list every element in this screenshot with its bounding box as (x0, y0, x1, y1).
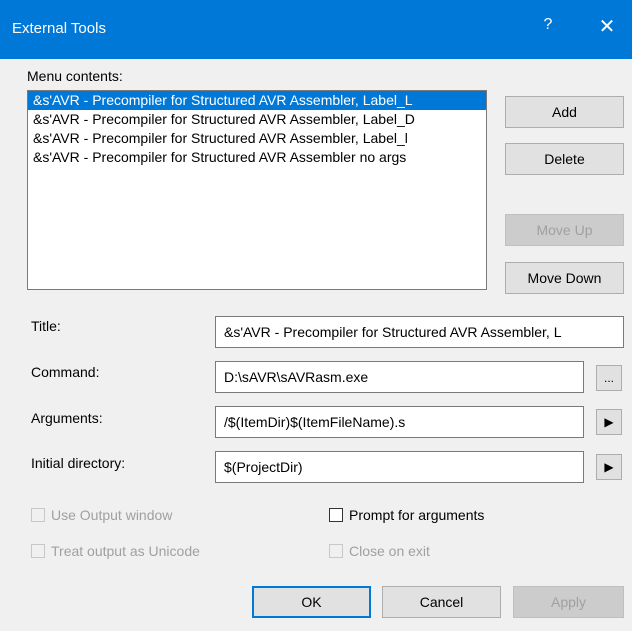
ok-button[interactable]: OK (252, 586, 371, 618)
treat-output-unicode-label: Treat output as Unicode (51, 543, 200, 559)
command-label: Command: (31, 364, 100, 380)
apply-button[interactable]: Apply (513, 586, 624, 618)
menu-contents-label: Menu contents: (27, 68, 123, 84)
title-label: Title: (31, 318, 61, 334)
treat-output-unicode-checkbox[interactable]: Treat output as Unicode (31, 543, 200, 559)
checkbox-icon (31, 544, 45, 558)
command-field[interactable]: D:\sAVR\sAVRasm.exe (215, 361, 584, 393)
list-item[interactable]: &s'AVR - Precompiler for Structured AVR … (28, 148, 486, 167)
checkbox-icon (329, 544, 343, 558)
list-item[interactable]: &s'AVR - Precompiler for Structured AVR … (28, 91, 486, 110)
checkbox-icon (329, 508, 343, 522)
initial-directory-menu-arrow-icon[interactable]: ▶ (596, 454, 622, 480)
arguments-field[interactable]: /$(ItemDir)$(ItemFileName).s (215, 406, 584, 438)
browse-button[interactable]: ... (596, 365, 622, 391)
close-icon[interactable]: ✕ (594, 14, 620, 39)
cancel-button[interactable]: Cancel (382, 586, 501, 618)
external-tools-dialog: External Tools ? ✕ Menu contents: &s'AVR… (0, 0, 632, 631)
prompt-for-arguments-label: Prompt for arguments (349, 507, 485, 523)
initial-directory-field[interactable]: $(ProjectDir) (215, 451, 584, 483)
use-output-window-checkbox[interactable]: Use Output window (31, 507, 172, 523)
use-output-window-label: Use Output window (51, 507, 173, 523)
list-item[interactable]: &s'AVR - Precompiler for Structured AVR … (28, 110, 486, 129)
title-field[interactable]: &s'AVR - Precompiler for Structured AVR … (215, 316, 624, 348)
close-on-exit-label: Close on exit (349, 543, 430, 559)
move-down-button[interactable]: Move Down (505, 262, 624, 294)
menu-contents-list[interactable]: &s'AVR - Precompiler for Structured AVR … (27, 90, 487, 290)
title-bar: External Tools ? ✕ (0, 0, 632, 59)
move-up-button[interactable]: Move Up (505, 214, 624, 246)
prompt-for-arguments-checkbox[interactable]: Prompt for arguments (329, 507, 484, 523)
arguments-label: Arguments: (31, 410, 103, 426)
arguments-menu-arrow-icon[interactable]: ▶ (596, 409, 622, 435)
close-on-exit-checkbox[interactable]: Close on exit (329, 543, 430, 559)
dialog-title: External Tools (12, 20, 106, 37)
delete-button[interactable]: Delete (505, 143, 624, 175)
initial-directory-label: Initial directory: (31, 455, 126, 471)
help-icon[interactable]: ? (536, 16, 560, 34)
list-item[interactable]: &s'AVR - Precompiler for Structured AVR … (28, 129, 486, 148)
checkbox-icon (31, 508, 45, 522)
add-button[interactable]: Add (505, 96, 624, 128)
